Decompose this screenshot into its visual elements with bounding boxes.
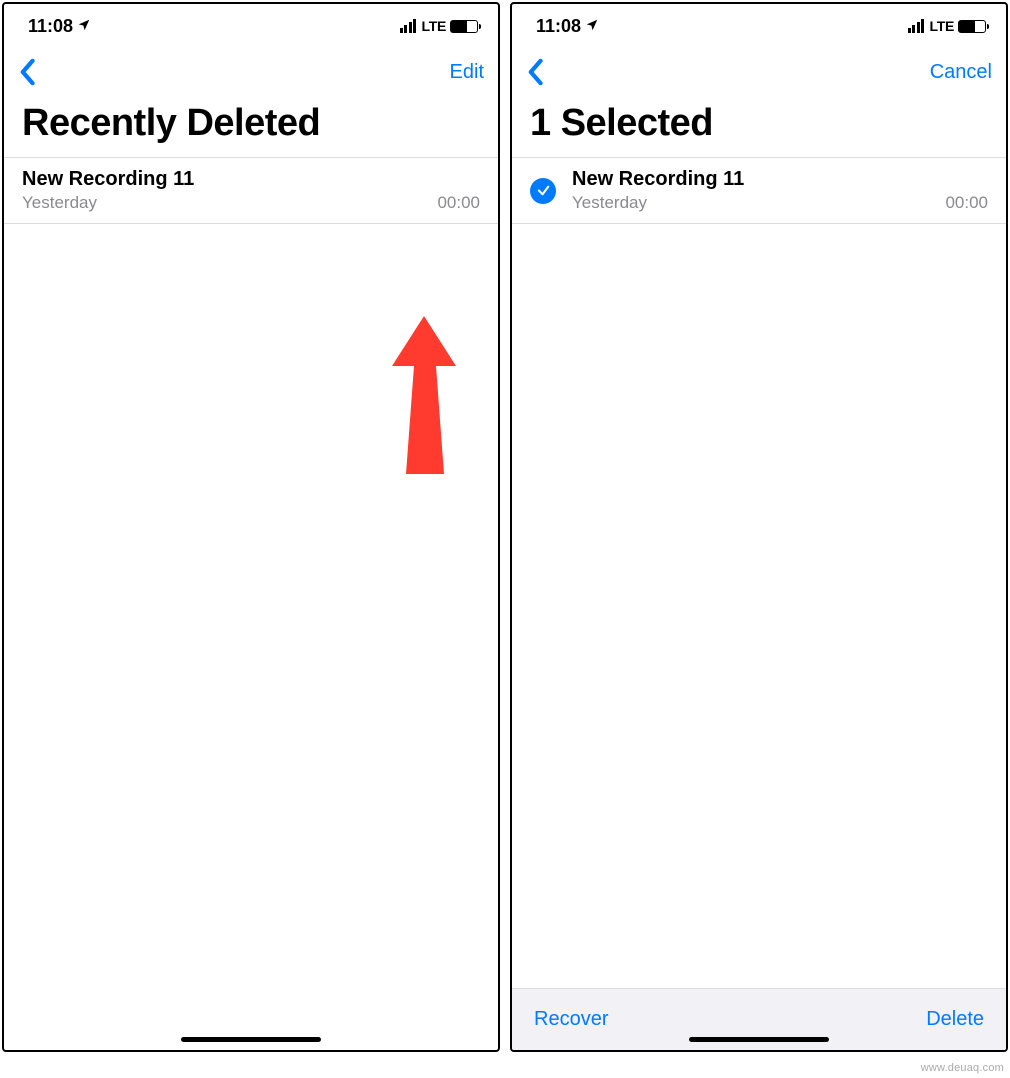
network-label: LTE bbox=[421, 18, 446, 34]
recording-duration: 00:00 bbox=[945, 193, 988, 213]
signal-icon bbox=[908, 19, 925, 33]
recordings-list: New Recording 11 Yesterday 00:00 bbox=[512, 157, 1006, 224]
battery-icon bbox=[450, 20, 478, 33]
phone-left: 11:08 LTE Edit Recently Deleted New Reco… bbox=[2, 2, 500, 1052]
home-indicator[interactable] bbox=[689, 1037, 829, 1042]
recording-date: Yesterday bbox=[572, 193, 647, 213]
delete-button[interactable]: Delete bbox=[926, 1008, 984, 1031]
page-title: 1 Selected bbox=[512, 96, 1006, 157]
status-time: 11:08 bbox=[536, 16, 581, 37]
arrow-annotation bbox=[392, 316, 462, 481]
edit-button[interactable]: Edit bbox=[450, 61, 484, 84]
content-area bbox=[512, 224, 1006, 988]
cancel-button[interactable]: Cancel bbox=[930, 61, 992, 84]
battery-icon bbox=[958, 20, 986, 33]
watermark: www.deuaq.com bbox=[921, 1062, 1004, 1074]
status-time: 11:08 bbox=[28, 16, 73, 37]
recover-button[interactable]: Recover bbox=[534, 1008, 608, 1031]
network-label: LTE bbox=[929, 18, 954, 34]
location-icon bbox=[77, 18, 91, 35]
recording-duration: 00:00 bbox=[437, 193, 480, 213]
list-item[interactable]: New Recording 11 Yesterday 00:00 bbox=[512, 158, 1006, 224]
phone-right: 11:08 LTE Cancel 1 Selected bbox=[510, 2, 1008, 1052]
location-icon bbox=[585, 18, 599, 35]
status-bar: 11:08 LTE bbox=[512, 4, 1006, 48]
nav-bar: Edit bbox=[4, 48, 498, 96]
nav-bar: Cancel bbox=[512, 48, 1006, 96]
recording-date: Yesterday bbox=[22, 193, 97, 213]
list-item[interactable]: New Recording 11 Yesterday 00:00 bbox=[4, 158, 498, 224]
checkmark-icon[interactable] bbox=[530, 178, 556, 204]
recordings-list: New Recording 11 Yesterday 00:00 bbox=[4, 157, 498, 224]
page-title: Recently Deleted bbox=[4, 96, 498, 157]
home-indicator[interactable] bbox=[181, 1037, 321, 1042]
status-bar: 11:08 LTE bbox=[4, 4, 498, 48]
recording-title: New Recording 11 bbox=[572, 168, 988, 191]
recording-title: New Recording 11 bbox=[22, 168, 480, 191]
back-button[interactable] bbox=[18, 58, 36, 86]
signal-icon bbox=[400, 19, 417, 33]
content-area bbox=[4, 224, 498, 1050]
back-button[interactable] bbox=[526, 58, 544, 86]
